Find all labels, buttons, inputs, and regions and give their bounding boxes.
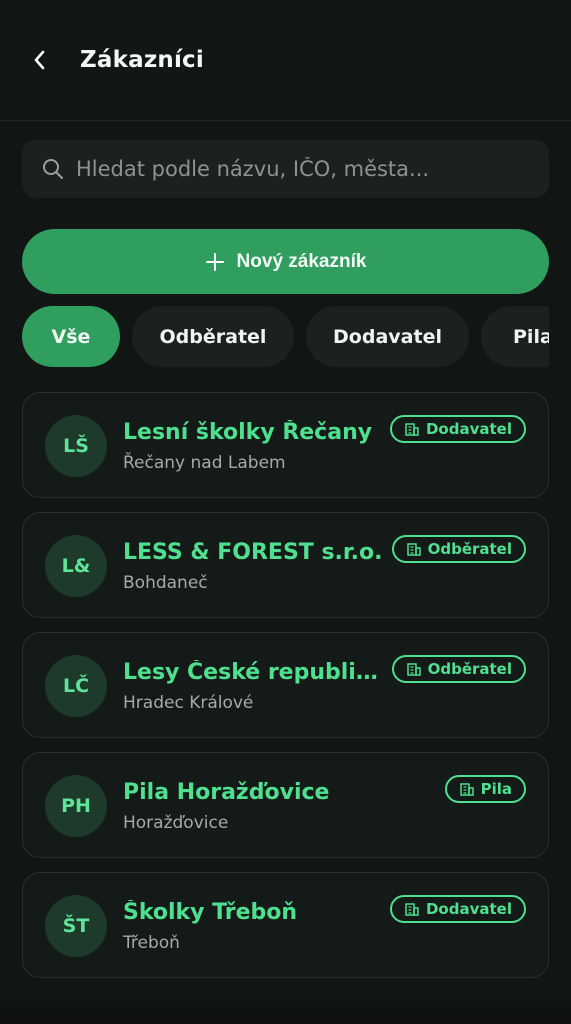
customer-type-badge: Dodavatel — [389, 895, 526, 923]
customer-city: Hradec Králové — [123, 693, 254, 713]
customer-name: Školky Třeboň — [123, 900, 298, 925]
filter-chip-label: Vše — [51, 325, 91, 348]
filter-chip-odberatel[interactable]: Odběratel — [132, 306, 294, 367]
customer-city: Třeboň — [123, 933, 180, 953]
filter-chip-dodavatel[interactable]: Dodavatel — [306, 306, 469, 367]
filter-chips: Vše Odběratel Dodavatel Pila — [22, 306, 549, 367]
customer-type-label: Odběratel — [427, 660, 512, 678]
customer-type-label: Dodavatel — [425, 900, 512, 918]
customer-name: LESS & FOREST s.r.o. — [123, 540, 383, 565]
search-input[interactable] — [76, 140, 549, 198]
customer-type-badge: Odběratel — [391, 535, 526, 563]
customer-card[interactable]: PH Pila Horažďovice Horažďovice Pila — [22, 752, 549, 858]
new-customer-button-label: Nový zákazník — [236, 250, 367, 272]
plus-icon — [205, 252, 225, 272]
customer-city: Bohdaneč — [123, 573, 208, 593]
building-icon — [404, 901, 420, 917]
customer-card[interactable]: L& LESS & FOREST s.r.o. Bohdaneč Odběrat… — [22, 512, 549, 618]
customer-type-label: Pila — [480, 780, 512, 798]
customer-type-label: Odběratel — [427, 540, 512, 558]
customer-type-label: Dodavatel — [425, 420, 512, 438]
page-title: Zákazníci — [80, 47, 204, 73]
avatar: LČ — [45, 655, 107, 717]
customer-type-badge: Pila — [444, 775, 526, 803]
app-screen: Zákazníci Nový zákazník Vše Odběratel Do… — [0, 0, 571, 1024]
header: Zákazníci — [0, 0, 571, 121]
customer-name: Lesní školky Řečany — [123, 420, 373, 445]
new-customer-button[interactable]: Nový zákazník — [22, 229, 549, 294]
customer-card[interactable]: LŠ Lesní školky Řečany Řečany nad Labem … — [22, 392, 549, 498]
customer-card[interactable]: LČ Lesy České republiky, s.p. Hradec Krá… — [22, 632, 549, 738]
building-icon — [459, 781, 475, 797]
filter-chip-pila[interactable]: Pila — [481, 306, 549, 367]
customer-city: Horažďovice — [123, 813, 229, 833]
avatar: L& — [45, 535, 107, 597]
customer-name: Lesy České republiky, s.p. — [123, 660, 381, 685]
search-icon — [40, 156, 66, 182]
customer-card[interactable]: ŠT Školky Třeboň Třeboň Dodavatel — [22, 872, 549, 978]
customer-type-badge: Dodavatel — [389, 415, 526, 443]
customer-type-badge: Odběratel — [391, 655, 526, 683]
avatar: PH — [45, 775, 107, 837]
search-bar[interactable] — [22, 140, 549, 198]
filter-chip-label: Dodavatel — [333, 325, 442, 348]
bottom-edge — [0, 994, 571, 1024]
building-icon — [406, 661, 422, 677]
filter-chip-all[interactable]: Vše — [22, 306, 120, 367]
avatar: ŠT — [45, 895, 107, 957]
back-button[interactable] — [26, 46, 54, 74]
avatar: LŠ — [45, 415, 107, 477]
filter-chip-label: Pila — [513, 325, 549, 348]
customer-name: Pila Horažďovice — [123, 780, 330, 805]
filter-chip-label: Odběratel — [159, 325, 267, 348]
chevron-left-icon — [34, 50, 45, 70]
building-icon — [406, 541, 422, 557]
customer-city: Řečany nad Labem — [123, 453, 286, 473]
customer-list: LŠ Lesní školky Řečany Řečany nad Labem … — [22, 392, 549, 978]
building-icon — [404, 421, 420, 437]
